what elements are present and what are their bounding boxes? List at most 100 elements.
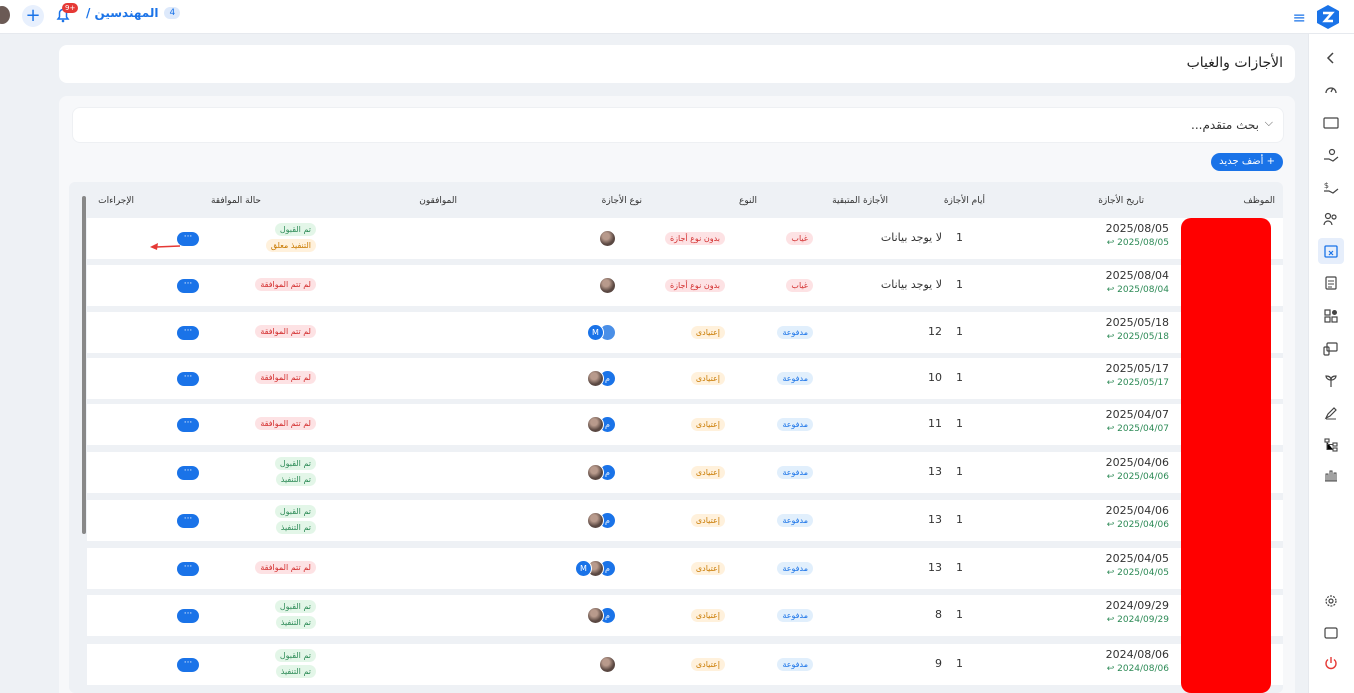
app-logo[interactable] [1316,4,1340,30]
leave-date: 2025/04/06 [1105,504,1169,517]
table-row[interactable]: 2025/05/18 2025/05/18 ↩ 1 12 مدفوعة إعتيادى M ل… [87,312,1283,353]
col-status[interactable]: حالة الموافقة [211,196,261,206]
calendar-leave-icon[interactable] [1318,238,1344,264]
row-actions-button[interactable]: ··· [177,326,199,340]
approver-avatar[interactable] [587,416,604,433]
leave-date: 2025/05/17 [1105,362,1169,375]
page-title-card: الأجازات والغياب [59,45,1295,83]
settings-gear-icon[interactable] [1321,591,1341,611]
approver-avatar[interactable] [599,277,616,294]
remaining-leave: 10 [928,371,942,384]
add-button[interactable]: + [22,5,44,27]
row-actions-button[interactable]: ··· [177,279,199,293]
users-icon[interactable] [1321,209,1341,229]
leave-date-return: 2024/08/06 ↩ [1106,664,1169,674]
col-leave-type[interactable]: نوع الأجازة [602,196,642,206]
row-actions-button[interactable]: ··· [177,466,199,480]
approver-avatar[interactable] [599,230,616,247]
user-avatar[interactable] [0,6,10,24]
table-header: الموظف تاريخ الأجازة أيام الأجازة الأجاز… [69,182,1283,214]
leave-type-badge: إعتيادى [690,658,725,671]
table-row[interactable]: 2025/04/06 2025/04/06 ↩ 1 13 مدفوعة إعتيادى م ت… [87,452,1283,493]
department-name: المهندسين / [86,6,159,20]
col-type[interactable]: النوع [739,196,757,206]
remaining-leave: 11 [928,417,942,430]
remaining-leave: لا يوجد بيانات [880,231,942,244]
table-row[interactable]: 2024/08/06 2024/08/06 ↩ 1 9 مدفوعة إعتيادى تم … [87,644,1283,685]
table-row[interactable]: 2025/04/07 2025/04/07 ↩ 1 11 مدفوعة إعتيادى م ل… [87,404,1283,445]
table-row[interactable]: 2024/09/29 2024/09/29 ↩ 1 8 مدفوعة إعتيادى م تم… [87,595,1283,636]
notification-badge: +9 [62,3,79,13]
leave-type-badge: إعتيادى [690,609,725,622]
plant-icon[interactable] [1321,371,1341,391]
add-new-button[interactable]: + أضف جديد [1211,153,1283,171]
type-badge: مدفوعة [777,609,813,622]
leave-type-badge: إعتيادى [690,418,725,431]
leave-date: 2024/08/06 [1105,648,1169,661]
leave-date-return: 2025/04/07 ↩ [1106,424,1169,434]
advanced-search-toggle[interactable]: ⌵ بحث متقدم... [72,107,1284,143]
table-row[interactable]: 2025/08/05 2025/08/05 ↩ 1 لا يوجد بيانات غيا… [87,218,1283,259]
window-icon[interactable] [1321,623,1341,643]
col-actions[interactable]: الإجراءات [98,196,134,206]
row-actions-button[interactable]: ··· [177,658,199,672]
approver-avatar[interactable] [599,656,616,673]
power-logout-icon[interactable] [1321,653,1341,673]
salary-hand-icon[interactable] [1321,145,1341,165]
org-chart-icon[interactable] [1321,435,1341,455]
table-row[interactable]: 2025/05/17 2025/05/17 ↩ 1 10 مدفوعة إعتيادى م ل… [87,358,1283,399]
approver-avatar[interactable] [587,370,604,387]
remaining-leave: لا يوجد بيانات [880,278,942,291]
payment-hand-icon[interactable]: $ [1321,177,1341,197]
approver-initial-avatar[interactable]: M [587,324,604,341]
leave-date-return: 2025/05/18 ↩ [1106,332,1169,342]
apps-icon[interactable] [1321,306,1341,326]
execution-status-badge: تم التنفيذ [275,665,316,678]
col-date[interactable]: تاريخ الأجازة [1098,196,1144,206]
leave-days: 1 [956,231,963,244]
leave-date: 2025/08/04 [1105,269,1169,282]
approver-avatar[interactable] [587,464,604,481]
remaining-leave: 13 [928,513,942,526]
table-row[interactable]: 2025/04/05 2025/04/05 ↩ 1 13 مدفوعة إعتيادى م M… [87,548,1283,589]
devices-icon[interactable] [1321,339,1341,359]
approver-avatar[interactable] [587,607,604,624]
row-actions-button[interactable]: ··· [177,562,199,576]
ticket-icon[interactable] [1321,113,1341,133]
table-scrollbar[interactable] [82,196,86,534]
department-breadcrumb[interactable]: 4 المهندسين / [86,6,181,20]
row-actions-button[interactable]: ··· [177,514,199,528]
col-employee[interactable]: الموظف [1243,196,1275,206]
approval-status-badge: لم تتم الموافقة [255,371,316,384]
table-row[interactable]: 2025/04/06 2025/04/06 ↩ 1 13 مدفوعة إعتيادى م ت… [87,500,1283,541]
row-actions-button[interactable]: ··· [177,418,199,432]
leave-days: 1 [956,513,963,526]
leave-date-return: 2025/08/05 ↩ [1106,238,1169,248]
bar-chart-icon[interactable] [1321,465,1341,485]
col-remaining[interactable]: الأجازة المتبقية [832,196,888,206]
execution-status-badge: تم التنفيذ [275,473,316,486]
document-icon[interactable] [1321,273,1341,293]
leave-date-return: 2024/09/29 ↩ [1106,615,1169,625]
approval-status-badge: لم تتم الموافقة [255,278,316,291]
leave-date-return: 2025/04/05 ↩ [1106,568,1169,578]
row-actions-button[interactable]: ··· [177,372,199,386]
approver-avatar[interactable] [587,512,604,529]
col-days[interactable]: أيام الأجازة [944,196,985,206]
leave-date: 2025/05/18 [1105,316,1169,329]
type-badge: مدفوعة [777,466,813,479]
col-approvers[interactable]: الموافقون [419,196,457,206]
type-badge: غياب [786,279,813,292]
approver-initial-avatar[interactable]: M [575,560,592,577]
leave-days: 1 [956,657,963,670]
menu-toggle-icon[interactable]: ≡ [1293,8,1306,27]
signature-pen-icon[interactable] [1321,403,1341,423]
remaining-leave: 12 [928,325,942,338]
leave-date: 2025/08/05 [1105,222,1169,235]
chevron-left-icon[interactable] [1321,48,1341,68]
leave-type-badge: إعتيادى [690,326,725,339]
type-badge: مدفوعة [777,562,813,575]
dashboard-gauge-icon[interactable] [1321,80,1341,100]
row-actions-button[interactable]: ··· [177,609,199,623]
table-row[interactable]: 2025/08/04 2025/08/04 ↩ 1 لا يوجد بيانات غيا… [87,265,1283,306]
